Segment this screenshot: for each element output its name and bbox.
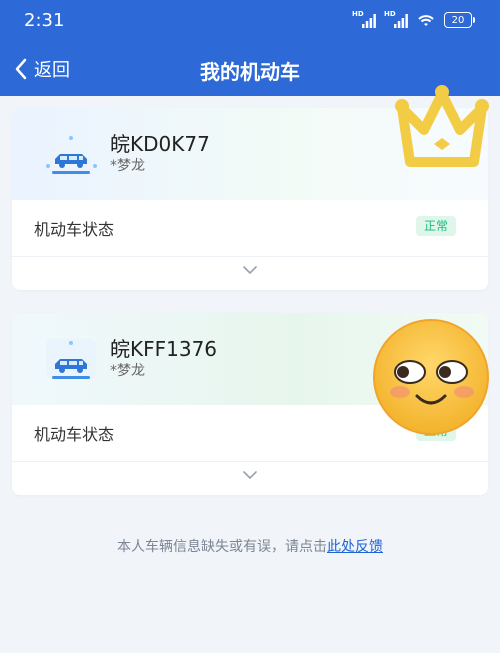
vehicle-status-label: 机动车状态 — [34, 425, 115, 444]
wifi-icon — [418, 15, 434, 26]
vehicle-owner: *梦龙 — [110, 363, 145, 379]
app-header: 2:31 HD HD 20 返回 我的机动车 — [0, 0, 500, 96]
chevron-down-icon[interactable] — [242, 467, 258, 483]
vehicle-card[interactable]: 皖KD0K77 *梦龙 机动车状态 正常 — [12, 108, 488, 290]
status-time: 2:31 — [24, 10, 65, 31]
vehicle-owner: *梦龙 — [110, 158, 145, 174]
vehicle-plate: 皖KD0K77 — [110, 132, 210, 156]
vehicle-status-row: 机动车状态 正常 — [12, 405, 488, 461]
vehicle-status-label: 机动车状态 — [34, 220, 115, 239]
status-badge: 正常 — [415, 216, 456, 236]
vehicle-status-row: 机动车状态 正常 — [12, 200, 488, 256]
car-icon — [46, 136, 97, 174]
status-icons: HD HD 20 — [352, 10, 475, 28]
nav-bar: 返回 我的机动车 — [0, 44, 500, 92]
vehicle-card[interactable]: 皖KFF1376 *梦龙 机动车状态 正常 — [12, 313, 488, 495]
page-title: 我的机动车 — [200, 60, 300, 84]
signal-icon-2: HD — [384, 10, 408, 28]
feedback-link[interactable]: 此处反馈 — [327, 539, 383, 555]
card-divider — [12, 256, 488, 257]
status-bar: 2:31 HD HD 20 — [0, 0, 500, 40]
signal-icon-1: HD — [352, 10, 376, 28]
card-divider — [12, 461, 488, 462]
status-badge: 正常 — [415, 421, 456, 441]
footer-note: 本人车辆信息缺失或有误，请点击此处反馈 — [0, 536, 500, 556]
footer-note-text: 本人车辆信息缺失或有误，请点击 — [117, 539, 327, 555]
chevron-down-icon[interactable] — [242, 262, 258, 278]
vehicle-plate: 皖KFF1376 — [110, 337, 218, 361]
car-icon — [46, 339, 96, 379]
vehicle-card-header: 皖KFF1376 *梦龙 — [12, 313, 488, 405]
battery-icon: 20 — [444, 12, 475, 28]
vehicle-card-header: 皖KD0K77 *梦龙 — [12, 108, 488, 200]
